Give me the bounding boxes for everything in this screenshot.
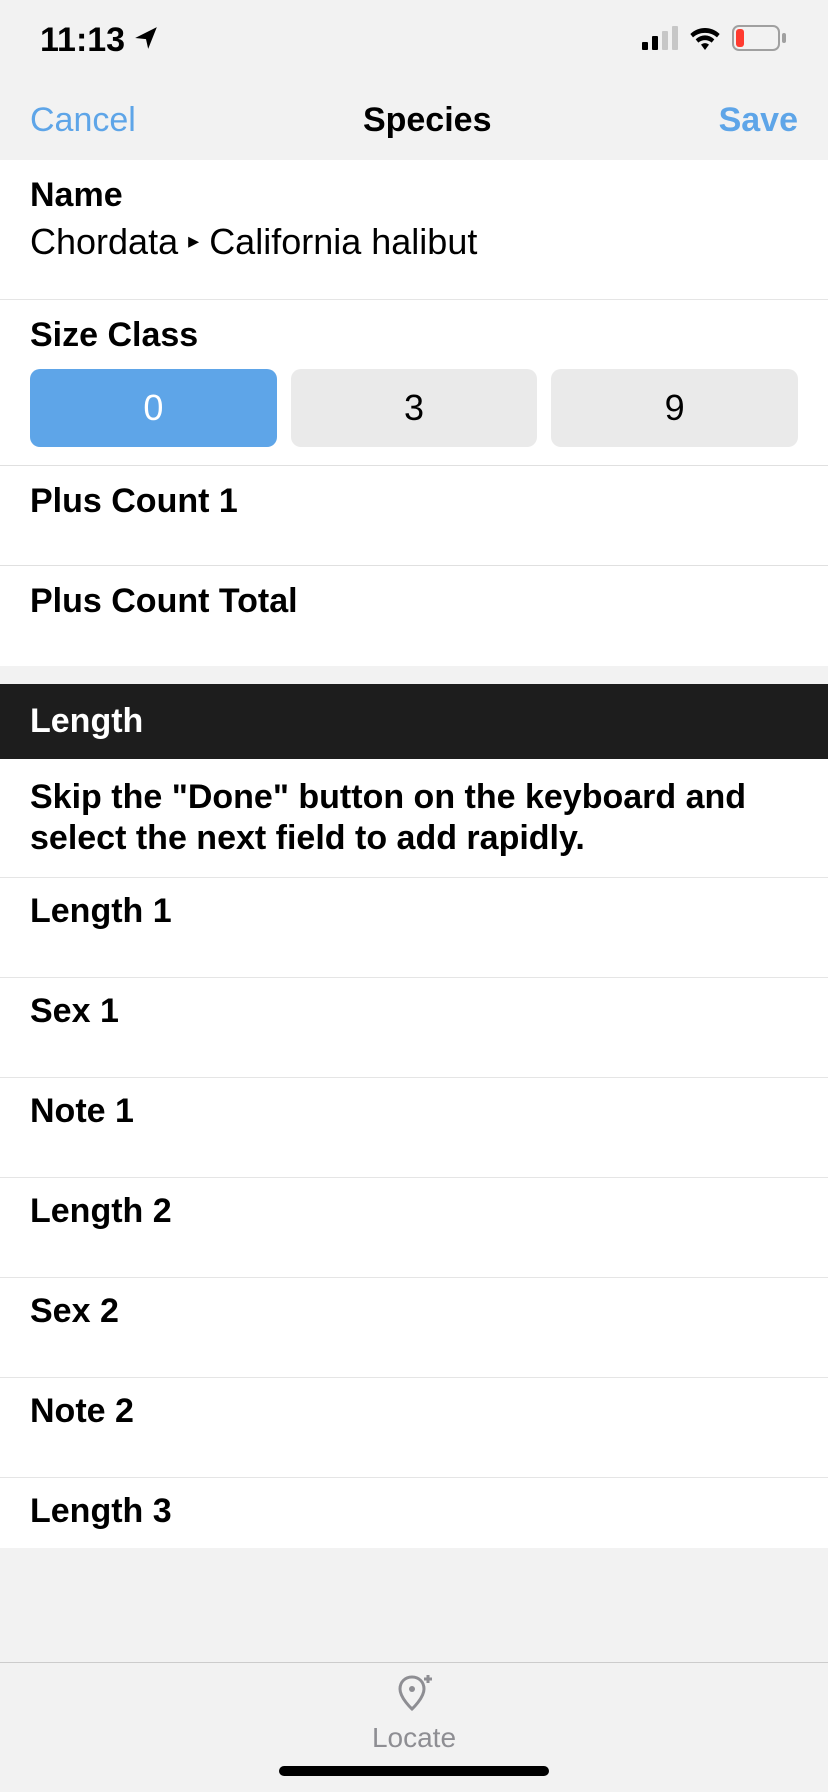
note-2-label: Note 2 xyxy=(30,1392,134,1430)
length-3-label: Length 3 xyxy=(30,1492,172,1530)
name-value: Chordata ▸ California halibut xyxy=(0,215,828,281)
plus-count-1-cell[interactable]: Plus Count 1 xyxy=(0,466,828,566)
sex-1-label: Sex 1 xyxy=(30,992,119,1030)
save-button[interactable]: Save xyxy=(719,101,798,140)
plus-count-total-cell[interactable]: Plus Count Total xyxy=(0,566,828,666)
length-2-cell[interactable]: Length 2 xyxy=(0,1178,828,1278)
length-3-cell[interactable]: Length 3 xyxy=(0,1478,828,1548)
plus-count-total-label: Plus Count Total xyxy=(0,566,828,621)
locate-button[interactable]: Locate xyxy=(372,1671,456,1754)
locate-label: Locate xyxy=(372,1722,456,1754)
status-bar: 11:13 xyxy=(0,0,828,80)
form-content: Name Chordata ▸ California halibut Size … xyxy=(0,160,828,1548)
nav-bar: Cancel Species Save xyxy=(0,80,828,160)
cellular-signal-icon xyxy=(642,26,678,55)
note-1-label: Note 1 xyxy=(30,1092,134,1130)
size-class-option-1[interactable]: 3 xyxy=(291,369,538,447)
name-cell[interactable]: Name Chordata ▸ California halibut xyxy=(0,160,828,300)
note-2-cell[interactable]: Note 2 xyxy=(0,1378,828,1478)
wifi-icon xyxy=(688,26,722,55)
size-class-label: Size Class xyxy=(0,300,828,355)
length-section-header: Length xyxy=(0,684,828,759)
length-2-label: Length 2 xyxy=(30,1192,172,1230)
size-class-option-2[interactable]: 9 xyxy=(551,369,798,447)
locate-icon xyxy=(394,1671,434,1718)
sex-2-cell[interactable]: Sex 2 xyxy=(0,1278,828,1378)
name-label: Name xyxy=(0,160,828,215)
home-indicator[interactable] xyxy=(279,1766,549,1776)
status-time: 11:13 xyxy=(40,21,125,60)
battery-low-icon xyxy=(732,25,788,56)
size-class-option-0[interactable]: 0 xyxy=(30,369,277,447)
location-services-icon xyxy=(133,21,159,60)
name-value-suffix: California halibut xyxy=(209,221,477,262)
plus-count-1-label: Plus Count 1 xyxy=(0,466,828,521)
length-hint: Skip the "Done" button on the keyboard a… xyxy=(0,759,828,878)
nav-title: Species xyxy=(363,101,492,140)
breadcrumb-separator-icon: ▸ xyxy=(188,228,199,254)
section-gap xyxy=(0,666,828,684)
name-value-prefix: Chordata xyxy=(30,221,178,262)
cancel-button[interactable]: Cancel xyxy=(30,101,136,140)
length-1-cell[interactable]: Length 1 xyxy=(0,878,828,978)
size-class-segmented: 0 3 9 xyxy=(0,355,828,465)
size-class-cell: Size Class 0 3 9 xyxy=(0,300,828,466)
status-time-area: 11:13 xyxy=(40,21,159,60)
sex-1-cell[interactable]: Sex 1 xyxy=(0,978,828,1078)
status-indicators xyxy=(642,25,788,56)
length-1-label: Length 1 xyxy=(30,892,172,930)
note-1-cell[interactable]: Note 1 xyxy=(0,1078,828,1178)
sex-2-label: Sex 2 xyxy=(30,1292,119,1330)
